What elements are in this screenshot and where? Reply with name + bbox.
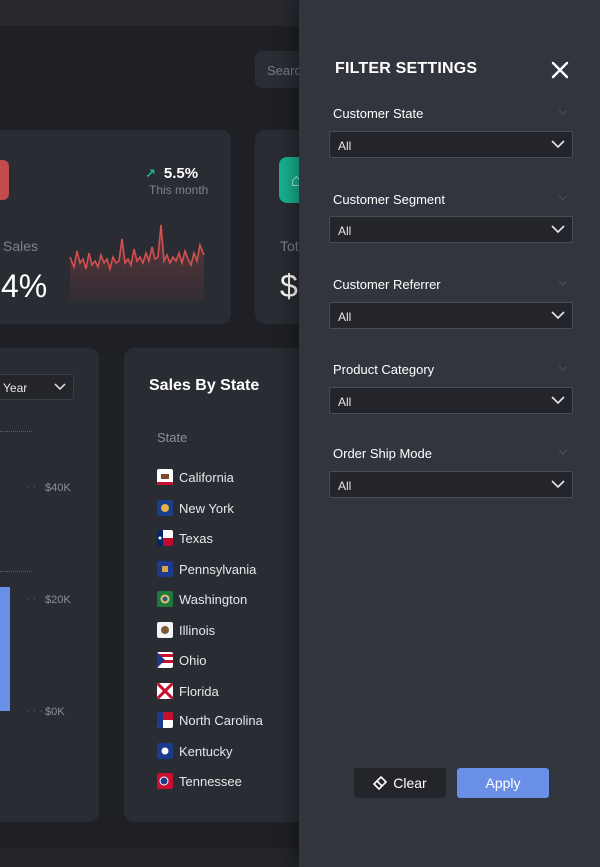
state-row: Tennessee [157,772,242,790]
select-value: All [338,479,352,493]
trend-value: 5.5% [163,165,199,182]
state-row: Pennsylvania [157,560,256,578]
chevron-down-icon [54,383,66,391]
y-tick-label: $20K [45,594,71,606]
grid-line [0,431,32,432]
chevron-down-icon [551,140,565,149]
kpi2-value: $ [280,268,298,304]
footer-strip [0,848,299,867]
chevron-down-icon [551,225,565,234]
filter-label-customer-referrer: Customer Referrer [333,277,441,292]
florida-flag-icon [157,683,173,699]
california-flag-icon [157,469,173,485]
state-name: Tennessee [179,773,242,789]
filter-label-customer-state: Customer State [333,106,424,121]
state-name: Pennsylvania [179,561,257,577]
clear-button[interactable]: Clear [354,768,446,798]
kentucky-flag-icon [157,743,173,759]
clear-label: Clear [393,775,427,791]
chart-bar [0,587,10,711]
state-name: Florida [179,683,219,699]
state-row: California [157,468,234,486]
panel-title: FILTER SETTINGS [335,60,478,77]
pennsylvania-flag-icon [157,561,173,577]
state-name: Kentucky [179,743,233,759]
state-name: Texas [179,530,213,546]
tennessee-flag-icon [157,773,173,789]
state-name: Illinois [179,622,216,638]
apply-label: Apply [485,775,521,791]
apply-button[interactable]: Apply [457,768,549,798]
select-value: All [338,395,352,409]
y-tick-label: $0K [45,706,65,718]
trend-up-icon: ↗ [145,166,156,181]
tick-marker: · · [26,593,37,605]
sales-chart-card [0,348,99,822]
grid-line [0,571,32,572]
select-value: All [338,224,352,238]
customer-referrer-select[interactable]: All [329,302,573,329]
sparkline [69,224,205,301]
filter-label-order-ship-mode: Order Ship Mode [333,446,432,461]
tick-marker: · · · [26,705,44,717]
eraser-icon [373,776,388,790]
state-name: Ohio [179,652,207,668]
trend-subtitle: This month [149,183,209,197]
collapse-caret-icon[interactable] [558,280,568,286]
illinois-flag-icon [157,622,173,638]
filter-settings-panel: FILTER SETTINGS Customer State All Custo… [299,0,600,867]
state-row: Florida [157,682,219,700]
state-name: New York [179,500,234,516]
state-row: Ohio [157,651,206,669]
ohio-flag-icon [157,652,173,668]
state-row: Illinois [157,621,215,639]
chevron-down-icon [551,480,565,489]
customer-segment-select[interactable]: All [329,216,573,243]
collapse-caret-icon[interactable] [558,449,568,455]
select-value: All [338,310,352,324]
state-row: Kentucky [157,742,232,760]
washington-flag-icon [157,591,173,607]
collapse-caret-icon[interactable] [558,195,568,201]
close-icon[interactable] [549,59,571,81]
state-name: North Carolina [179,712,263,728]
kpi-label: Sales [3,238,39,254]
filter-label-product-category: Product Category [333,362,435,377]
card-title: Sales By State [149,377,260,394]
chevron-down-icon [551,311,565,320]
collapse-caret-icon[interactable] [558,109,568,115]
state-name: Washington [179,591,248,607]
column-header-state: State [157,430,188,445]
state-row: Texas [157,529,213,547]
kpi-value: 4% [1,268,48,304]
state-row: North Carolina [157,711,263,729]
texas-flag-icon [157,530,173,546]
collapse-caret-icon[interactable] [558,365,568,371]
chevron-down-icon [551,396,565,405]
filter-label-customer-segment: Customer Segment [333,192,445,207]
north-carolina-flag-icon [157,712,173,728]
select-value: All [338,139,352,153]
trend-indicator: ↗ 5.5% [145,165,198,182]
tick-marker: · · [26,481,37,493]
dashboard-app: Search ↗ 5.5% This month Sales 4% ⌂ Tota … [0,0,600,867]
state-row: New York [157,499,234,517]
y-tick-label: $40K [45,482,71,494]
state-name: California [179,469,234,485]
state-row: Washington [157,590,247,608]
new-york-flag-icon [157,500,173,516]
customer-state-select[interactable]: All [329,131,573,158]
product-category-select[interactable]: All [329,387,573,414]
order-ship-mode-select[interactable]: All [329,471,573,498]
kpi-icon-tile [0,160,9,200]
